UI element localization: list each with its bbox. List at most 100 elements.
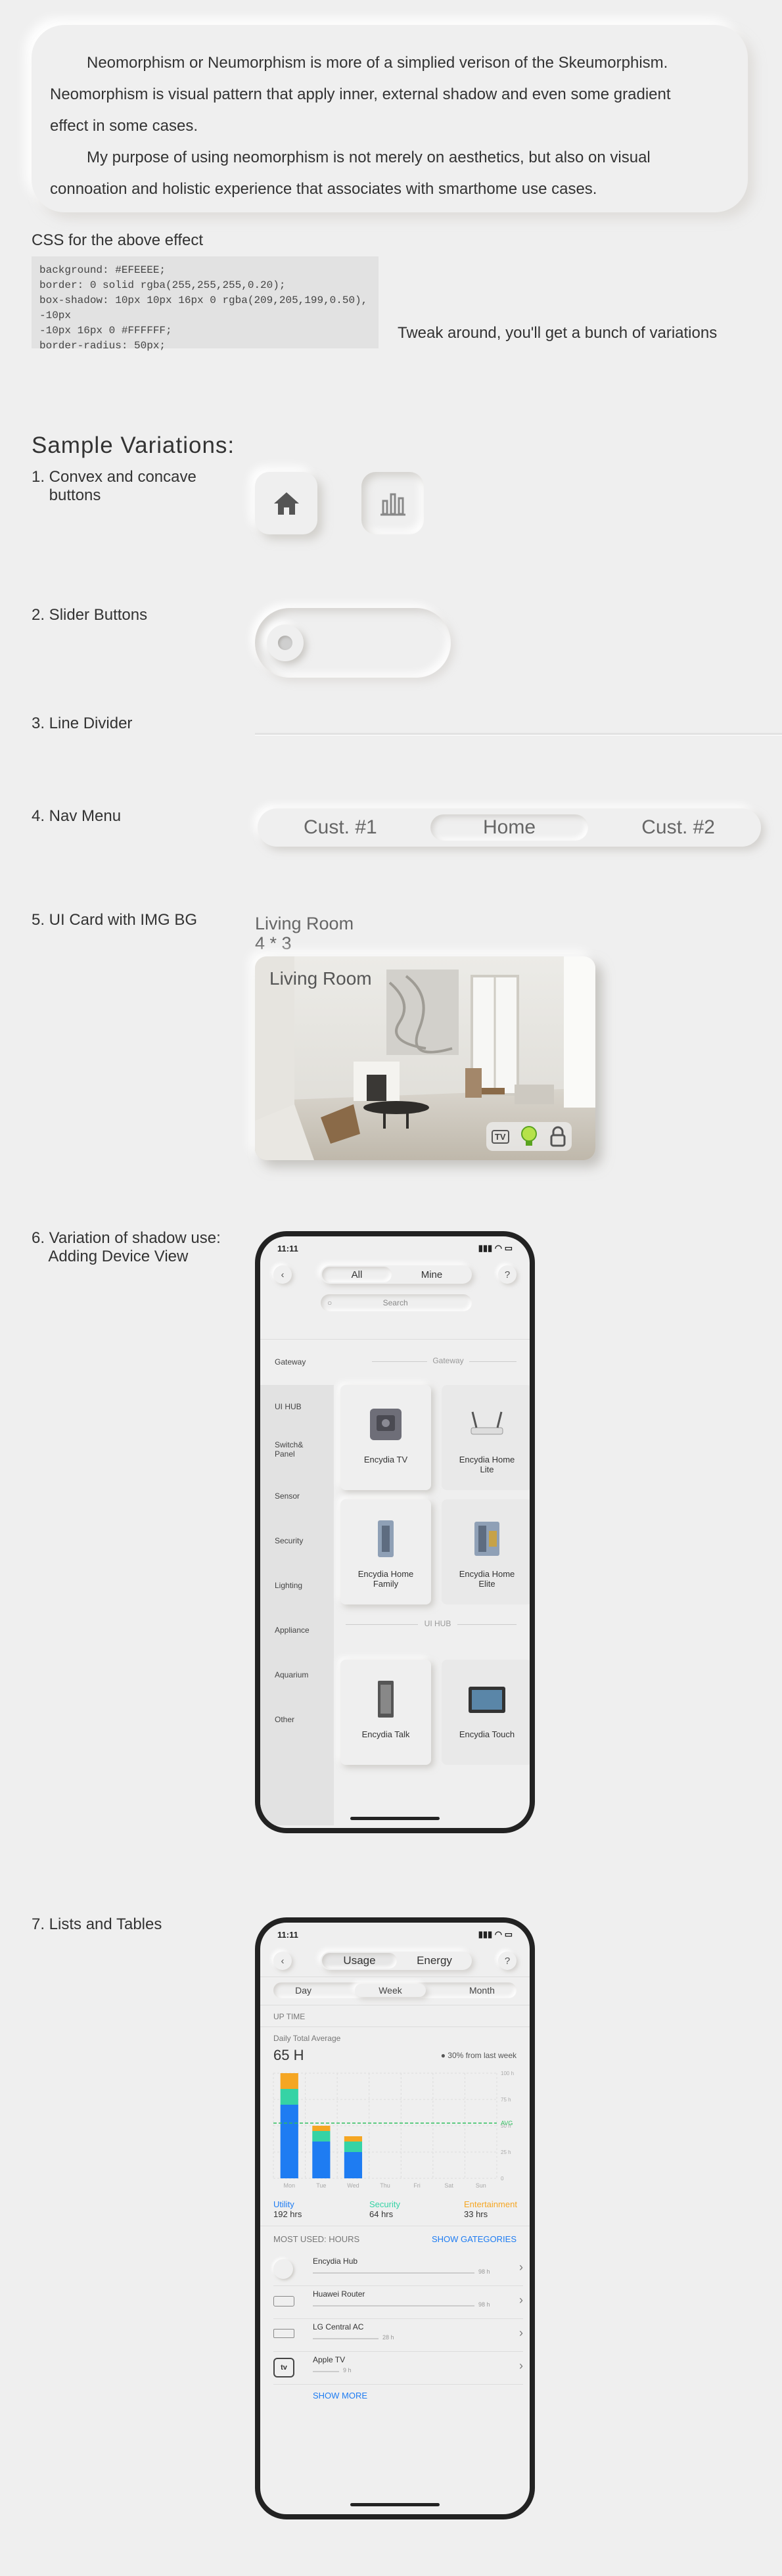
sidebar-item-aquarium[interactable]: Aquarium bbox=[275, 1670, 308, 1679]
nav-item-home[interactable]: Home bbox=[430, 814, 588, 841]
signal-wifi-battery-icon: ▮▮▮ ◠ ▭ bbox=[478, 1243, 513, 1253]
router-icon bbox=[471, 1411, 503, 1435]
period-day[interactable]: Day bbox=[295, 1985, 311, 1996]
device-name: Encydia Home Lite bbox=[459, 1455, 515, 1474]
signal-wifi-battery-icon: ▮▮▮ ◠ ▭ bbox=[478, 1929, 513, 1939]
sidebar-item-other[interactable]: Other bbox=[275, 1715, 294, 1724]
touch-panel-icon bbox=[469, 1687, 505, 1713]
legend-security-value: 64 hrs bbox=[369, 2209, 394, 2219]
section-uihub-label: UI HUB bbox=[424, 1619, 451, 1628]
back-button[interactable]: ‹ bbox=[273, 1952, 292, 1970]
device-card[interactable]: Encydia Touch bbox=[442, 1660, 530, 1765]
daily-label: Daily Total Average bbox=[273, 2034, 341, 2043]
slider-knob[interactable] bbox=[267, 624, 304, 661]
y-tick-label: 100 h bbox=[501, 2071, 514, 2076]
chevron-right-icon: › bbox=[519, 2293, 523, 2307]
card-caption: Living Room 4 * 3 bbox=[255, 914, 354, 953]
back-button[interactable]: ‹ bbox=[273, 1265, 292, 1284]
air-conditioner-icon bbox=[273, 2329, 294, 2338]
apple-tv-icon: tv bbox=[273, 2358, 294, 2377]
avg-label: AVG bbox=[501, 2120, 513, 2126]
device-view-phone: 11:11 ▮▮▮ ◠ ▭ ‹ All Mine ? ○ Search Gate… bbox=[255, 1231, 535, 1833]
bar-utility bbox=[280, 2105, 298, 2178]
sidebar-item-uihub[interactable]: UI HUB bbox=[275, 1402, 302, 1411]
device-card[interactable]: Encydia TV bbox=[340, 1385, 431, 1490]
sidebar-item-lighting[interactable]: Lighting bbox=[275, 1581, 302, 1590]
tab-usage[interactable]: Usage bbox=[322, 1953, 397, 1969]
device-name: Encydia TV bbox=[363, 1455, 408, 1464]
usage-bar-chart: 100 h75 h50 h25 h0Mon Tue Wed Thu Fri Sat SunA… bbox=[273, 2071, 514, 2189]
bar-utility bbox=[312, 2142, 331, 2178]
help-button[interactable]: ? bbox=[498, 1265, 517, 1284]
device-card[interactable]: Encydia Home Lite bbox=[442, 1385, 530, 1490]
period-week[interactable]: Week bbox=[355, 1984, 426, 1997]
chart-button-concave[interactable] bbox=[361, 472, 424, 534]
show-more-link[interactable]: SHOW MORE bbox=[313, 2391, 367, 2400]
row-value: 98 h bbox=[478, 2301, 490, 2308]
row-name: Huawei Router bbox=[313, 2289, 365, 2299]
row-name: Encydia Hub bbox=[313, 2257, 358, 2266]
y-tick-label: 75 h bbox=[501, 2097, 511, 2103]
card-title: Living Room bbox=[269, 968, 372, 989]
x-tick-label: Fri bbox=[413, 2182, 421, 2189]
sidebar-item-sensor[interactable]: Sensor bbox=[275, 1491, 300, 1501]
device-name: Encydia Talk bbox=[361, 1729, 410, 1739]
status-bar: 11:11 ▮▮▮ ◠ ▭ bbox=[260, 1236, 530, 1260]
usage-energy-toggle: Usage Energy bbox=[321, 1952, 472, 1970]
bar-entertainment bbox=[280, 2073, 298, 2089]
intro-line: Neomorphism is visual pattern that apply… bbox=[50, 85, 671, 103]
living-room-card[interactable]: Living Room TV bbox=[255, 956, 595, 1160]
search-icon: ○ bbox=[327, 1298, 333, 1307]
legend-entertainment-name: Entertainment bbox=[464, 2199, 517, 2209]
lightbulb-icon[interactable] bbox=[519, 1125, 539, 1148]
variation-label: 1. Convex and concave buttons bbox=[32, 468, 196, 504]
tv-icon[interactable]: TV bbox=[491, 1129, 509, 1144]
legend-security-name: Security bbox=[369, 2199, 400, 2209]
x-tick-label: Mon bbox=[284, 2182, 296, 2189]
tab-energy[interactable]: Energy bbox=[397, 1954, 472, 1967]
bar-security bbox=[312, 2131, 331, 2142]
intro-card: Neomorphism or Neumorphism is more of a … bbox=[32, 25, 748, 212]
chevron-right-icon: › bbox=[519, 2326, 523, 2339]
slider-toggle[interactable] bbox=[255, 608, 451, 678]
y-tick-label: 0 bbox=[501, 2176, 504, 2182]
period-month[interactable]: Month bbox=[469, 1985, 495, 1996]
list-item[interactable]: LG Central AC 28 h › bbox=[273, 2318, 523, 2352]
device-card[interactable]: Encydia Talk bbox=[340, 1660, 431, 1765]
device-name: Encydia Touch bbox=[459, 1729, 515, 1739]
row-value: 9 h bbox=[343, 2367, 352, 2374]
x-tick-label: Sat bbox=[444, 2182, 453, 2189]
sidebar-item-security[interactable]: Security bbox=[275, 1536, 303, 1545]
sidebar-item-gateway[interactable]: Gateway bbox=[275, 1357, 306, 1367]
list-item[interactable]: tv Apple TV 9 h › bbox=[273, 2351, 523, 2385]
tv-device-icon bbox=[370, 1409, 402, 1440]
tab-mine[interactable]: Mine bbox=[392, 1269, 472, 1280]
change-text: 30% from last week bbox=[448, 2051, 517, 2060]
home-elite-device-icon bbox=[474, 1522, 499, 1556]
home-indicator bbox=[350, 1817, 440, 1820]
sidebar-item-switch-panel[interactable]: Switch& Panel bbox=[275, 1440, 303, 1459]
variation-label: 4. Nav Menu bbox=[32, 807, 122, 825]
show-categories-link[interactable]: SHOW GATEGORIES bbox=[432, 2234, 517, 2244]
device-card[interactable]: Encydia Home Elite bbox=[442, 1499, 530, 1604]
nav-item-cust1[interactable]: Cust. #1 bbox=[304, 816, 377, 839]
sidebar-item-appliance[interactable]: Appliance bbox=[275, 1626, 310, 1635]
intro-line: effect in some cases. bbox=[50, 117, 198, 135]
nav-item-cust2[interactable]: Cust. #2 bbox=[641, 816, 715, 839]
bar-chart-icon bbox=[380, 493, 405, 515]
row-value: 98 h bbox=[478, 2268, 490, 2275]
talk-device-icon bbox=[378, 1681, 394, 1718]
row-name: Apple TV bbox=[313, 2355, 346, 2364]
list-item[interactable]: Huawei Router 98 h › bbox=[273, 2285, 523, 2319]
css-title: CSS for the above effect bbox=[32, 231, 204, 249]
list-item[interactable]: Encydia Hub 98 h › bbox=[273, 2253, 523, 2286]
variation-label: 7. Lists and Tables bbox=[32, 1915, 162, 1933]
search-input[interactable]: ○ Search bbox=[321, 1294, 472, 1311]
tab-all[interactable]: All bbox=[322, 1267, 392, 1282]
lock-icon[interactable] bbox=[549, 1126, 566, 1147]
device-card[interactable]: Encydia Home Family bbox=[340, 1499, 431, 1604]
section-gateway-label: Gateway bbox=[432, 1356, 464, 1365]
help-button[interactable]: ? bbox=[498, 1952, 517, 1970]
home-button-convex[interactable] bbox=[255, 472, 317, 534]
variation-label: 3. Line Divider bbox=[32, 714, 133, 732]
